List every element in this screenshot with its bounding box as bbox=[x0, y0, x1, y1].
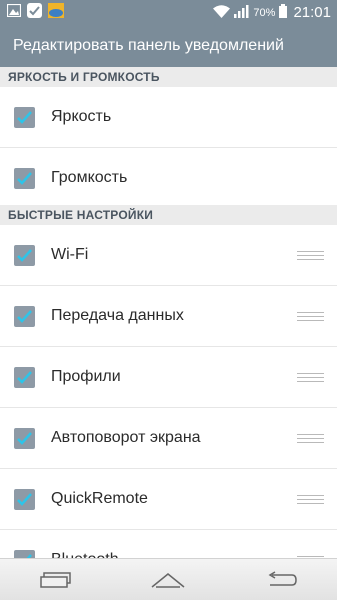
drag-handle-icon[interactable] bbox=[297, 311, 324, 321]
check-icon bbox=[17, 171, 32, 185]
section-header-quick-settings: БЫСТРЫЕ НАСТРОЙКИ bbox=[0, 205, 337, 225]
list-item-quickremote[interactable]: QuickRemote bbox=[0, 469, 337, 530]
back-icon bbox=[268, 570, 297, 586]
list-item-volume[interactable]: Громкость bbox=[0, 148, 337, 209]
navigation-bar bbox=[0, 558, 337, 600]
recent-apps-icon bbox=[40, 571, 71, 588]
drag-handle-icon[interactable] bbox=[297, 372, 324, 382]
list-item-label: QuickRemote bbox=[51, 490, 148, 507]
volume-checkbox[interactable] bbox=[14, 167, 35, 189]
quickremote-checkbox[interactable] bbox=[14, 488, 35, 510]
list-item-data-transfer[interactable]: Передача данных bbox=[0, 286, 337, 347]
drag-handle-icon[interactable] bbox=[297, 250, 324, 260]
section-title: ЯРКОСТЬ И ГРОМКОСТЬ bbox=[8, 70, 160, 84]
gallery-icon bbox=[6, 3, 22, 22]
list-item-label: Wi-Fi bbox=[51, 246, 89, 263]
section-title: БЫСТРЫЕ НАСТРОЙКИ bbox=[8, 208, 154, 222]
list-item-auto-rotate[interactable]: Автоповорот экрана bbox=[0, 408, 337, 469]
page-title-bar: Редактировать панель уведомлений bbox=[0, 25, 337, 67]
check-icon bbox=[17, 431, 32, 445]
drag-handle-icon[interactable] bbox=[297, 433, 324, 443]
weather-icon bbox=[48, 2, 64, 23]
section-header-brightness-volume: ЯРКОСТЬ И ГРОМКОСТЬ bbox=[0, 67, 337, 87]
status-bar: 70% 21:01 bbox=[0, 0, 337, 25]
page-title: Редактировать панель уведомлений bbox=[13, 37, 284, 54]
home-icon bbox=[152, 572, 185, 588]
brightness-checkbox[interactable] bbox=[14, 106, 35, 128]
wifi-checkbox[interactable] bbox=[14, 244, 35, 266]
data-transfer-checkbox[interactable] bbox=[14, 305, 35, 327]
check-icon bbox=[17, 110, 32, 124]
list-item-label: Автоповорот экрана bbox=[51, 429, 201, 446]
list-item-label: Громкость bbox=[51, 169, 128, 186]
battery-icon bbox=[279, 4, 288, 21]
check-icon bbox=[17, 248, 32, 262]
back-button[interactable] bbox=[251, 559, 311, 600]
checkmark-app-icon bbox=[27, 2, 42, 23]
clock: 21:01 bbox=[293, 4, 331, 21]
list-item-label: Яркость bbox=[51, 108, 112, 125]
wifi-icon bbox=[213, 4, 231, 21]
profiles-checkbox[interactable] bbox=[14, 366, 35, 388]
list-item-wifi[interactable]: Wi-Fi bbox=[0, 225, 337, 286]
auto-rotate-checkbox[interactable] bbox=[14, 427, 35, 449]
battery-percent: 70% bbox=[253, 6, 276, 19]
recent-apps-button[interactable] bbox=[26, 559, 86, 600]
list-item-brightness[interactable]: Яркость bbox=[0, 87, 337, 148]
home-button[interactable] bbox=[138, 559, 198, 600]
check-icon bbox=[17, 370, 32, 384]
list-item-label: Профили bbox=[51, 368, 121, 385]
check-icon bbox=[17, 492, 32, 506]
list-item-label: Передача данных bbox=[51, 307, 184, 324]
drag-handle-icon[interactable] bbox=[297, 494, 324, 504]
list-item-profiles[interactable]: Профили bbox=[0, 347, 337, 408]
signal-icon bbox=[234, 4, 249, 21]
check-icon bbox=[17, 309, 32, 323]
